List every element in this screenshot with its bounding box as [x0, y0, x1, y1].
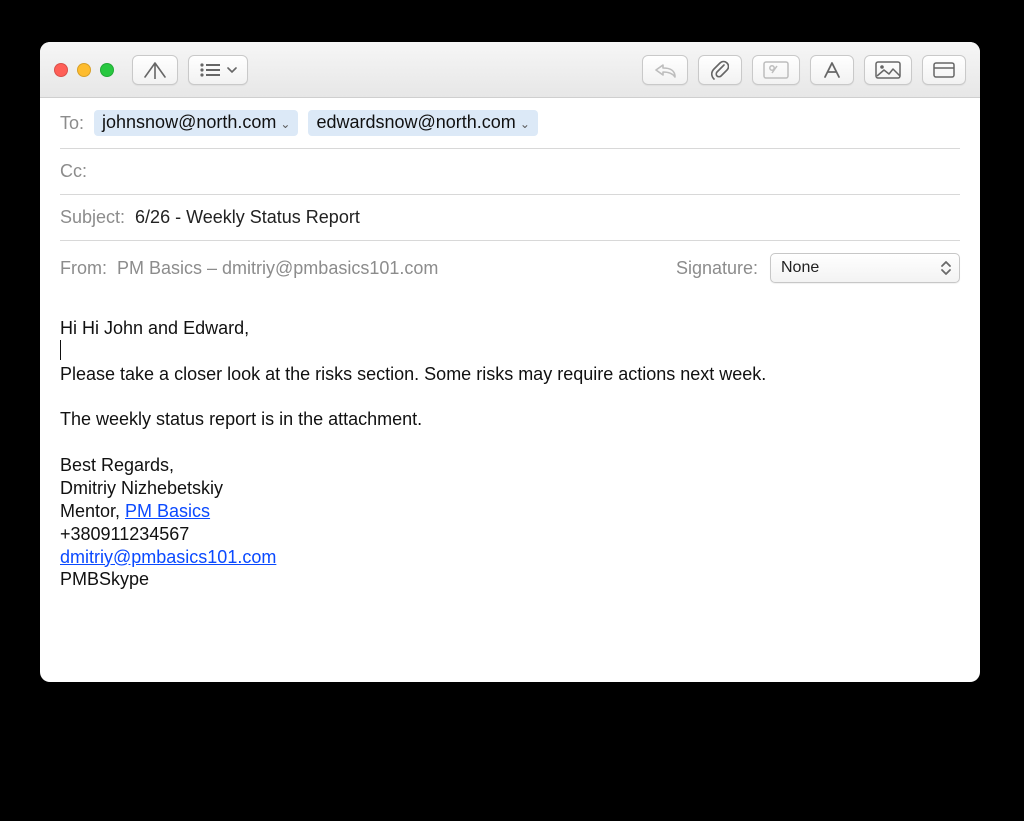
from-value: PM Basics – dmitriy@pmbasics101.com — [117, 258, 438, 279]
zoom-window-button[interactable] — [100, 63, 114, 77]
minimize-window-button[interactable] — [77, 63, 91, 77]
from-row: From: PM Basics – dmitriy@pmbasics101.co… — [60, 241, 960, 299]
reply-button[interactable] — [642, 55, 688, 85]
markup-button[interactable] — [752, 55, 800, 85]
attach-button[interactable] — [698, 55, 742, 85]
signature-select[interactable]: None — [770, 253, 960, 283]
text-cursor-line — [60, 340, 960, 363]
to-label: To: — [60, 113, 84, 134]
body-line: The weekly status report is in the attac… — [60, 408, 960, 431]
message-body[interactable]: Hi Hi John and Edward, Please take a clo… — [40, 299, 980, 682]
header-fields-button[interactable] — [188, 55, 248, 85]
from-label: From: — [60, 258, 107, 279]
window-toolbar — [40, 42, 980, 98]
cc-row[interactable]: Cc: — [60, 149, 960, 195]
format-text-icon — [821, 61, 843, 79]
traffic-lights — [54, 63, 114, 77]
list-icon — [199, 62, 223, 78]
signature-group: Signature: None — [676, 253, 960, 283]
signature-label: Signature: — [676, 258, 758, 279]
signature-regards: Best Regards, — [60, 454, 960, 477]
recipient-email: johnsnow@north.com — [102, 112, 276, 133]
media-browser-button[interactable] — [864, 55, 912, 85]
reply-icon — [653, 62, 677, 78]
to-row[interactable]: To: johnsnow@north.com ⌄ edwardsnow@nort… — [60, 98, 960, 149]
toggle-fields-icon — [933, 62, 955, 78]
blank-line — [60, 431, 960, 454]
header-fields: To: johnsnow@north.com ⌄ edwardsnow@nort… — [40, 98, 980, 299]
signature-phone: +380911234567 — [60, 523, 960, 546]
chevron-down-icon: ⌄ — [280, 117, 290, 131]
send-icon — [143, 61, 167, 79]
chevron-down-icon: ⌄ — [520, 117, 530, 131]
body-line: Please take a closer look at the risks s… — [60, 363, 960, 386]
format-button[interactable] — [810, 55, 854, 85]
body-line: Hi Hi John and Edward, — [60, 317, 960, 340]
stepper-icon — [939, 258, 953, 278]
compose-window: To: johnsnow@north.com ⌄ edwardsnow@nort… — [40, 42, 980, 682]
signature-company-link[interactable]: PM Basics — [125, 501, 210, 521]
chevron-down-icon — [227, 66, 237, 74]
subject-row[interactable]: Subject: 6/26 - Weekly Status Report — [60, 195, 960, 241]
close-window-button[interactable] — [54, 63, 68, 77]
blank-line — [60, 386, 960, 409]
toggle-sidebar-button[interactable] — [922, 55, 966, 85]
media-browser-icon — [875, 61, 901, 79]
cc-label: Cc: — [60, 161, 87, 182]
subject-label: Subject: — [60, 207, 125, 228]
signature-value: None — [781, 259, 819, 277]
recipient-chip[interactable]: johnsnow@north.com ⌄ — [94, 110, 298, 136]
signature-role-line: Mentor, PM Basics — [60, 500, 960, 523]
text-cursor — [60, 340, 61, 360]
signature-name: Dmitriy Nizhebetskiy — [60, 477, 960, 500]
signature-email-line: dmitriy@pmbasics101.com — [60, 546, 960, 569]
send-button[interactable] — [132, 55, 178, 85]
signature-role-prefix: Mentor, — [60, 501, 125, 521]
signature-email-link[interactable]: dmitriy@pmbasics101.com — [60, 547, 276, 567]
paperclip-icon — [711, 60, 729, 80]
recipient-email: edwardsnow@north.com — [316, 112, 515, 133]
inline-image-icon — [763, 61, 789, 79]
signature-skype: PMBSkype — [60, 568, 960, 591]
subject-value: 6/26 - Weekly Status Report — [135, 207, 360, 228]
recipient-chip[interactable]: edwardsnow@north.com ⌄ — [308, 110, 537, 136]
